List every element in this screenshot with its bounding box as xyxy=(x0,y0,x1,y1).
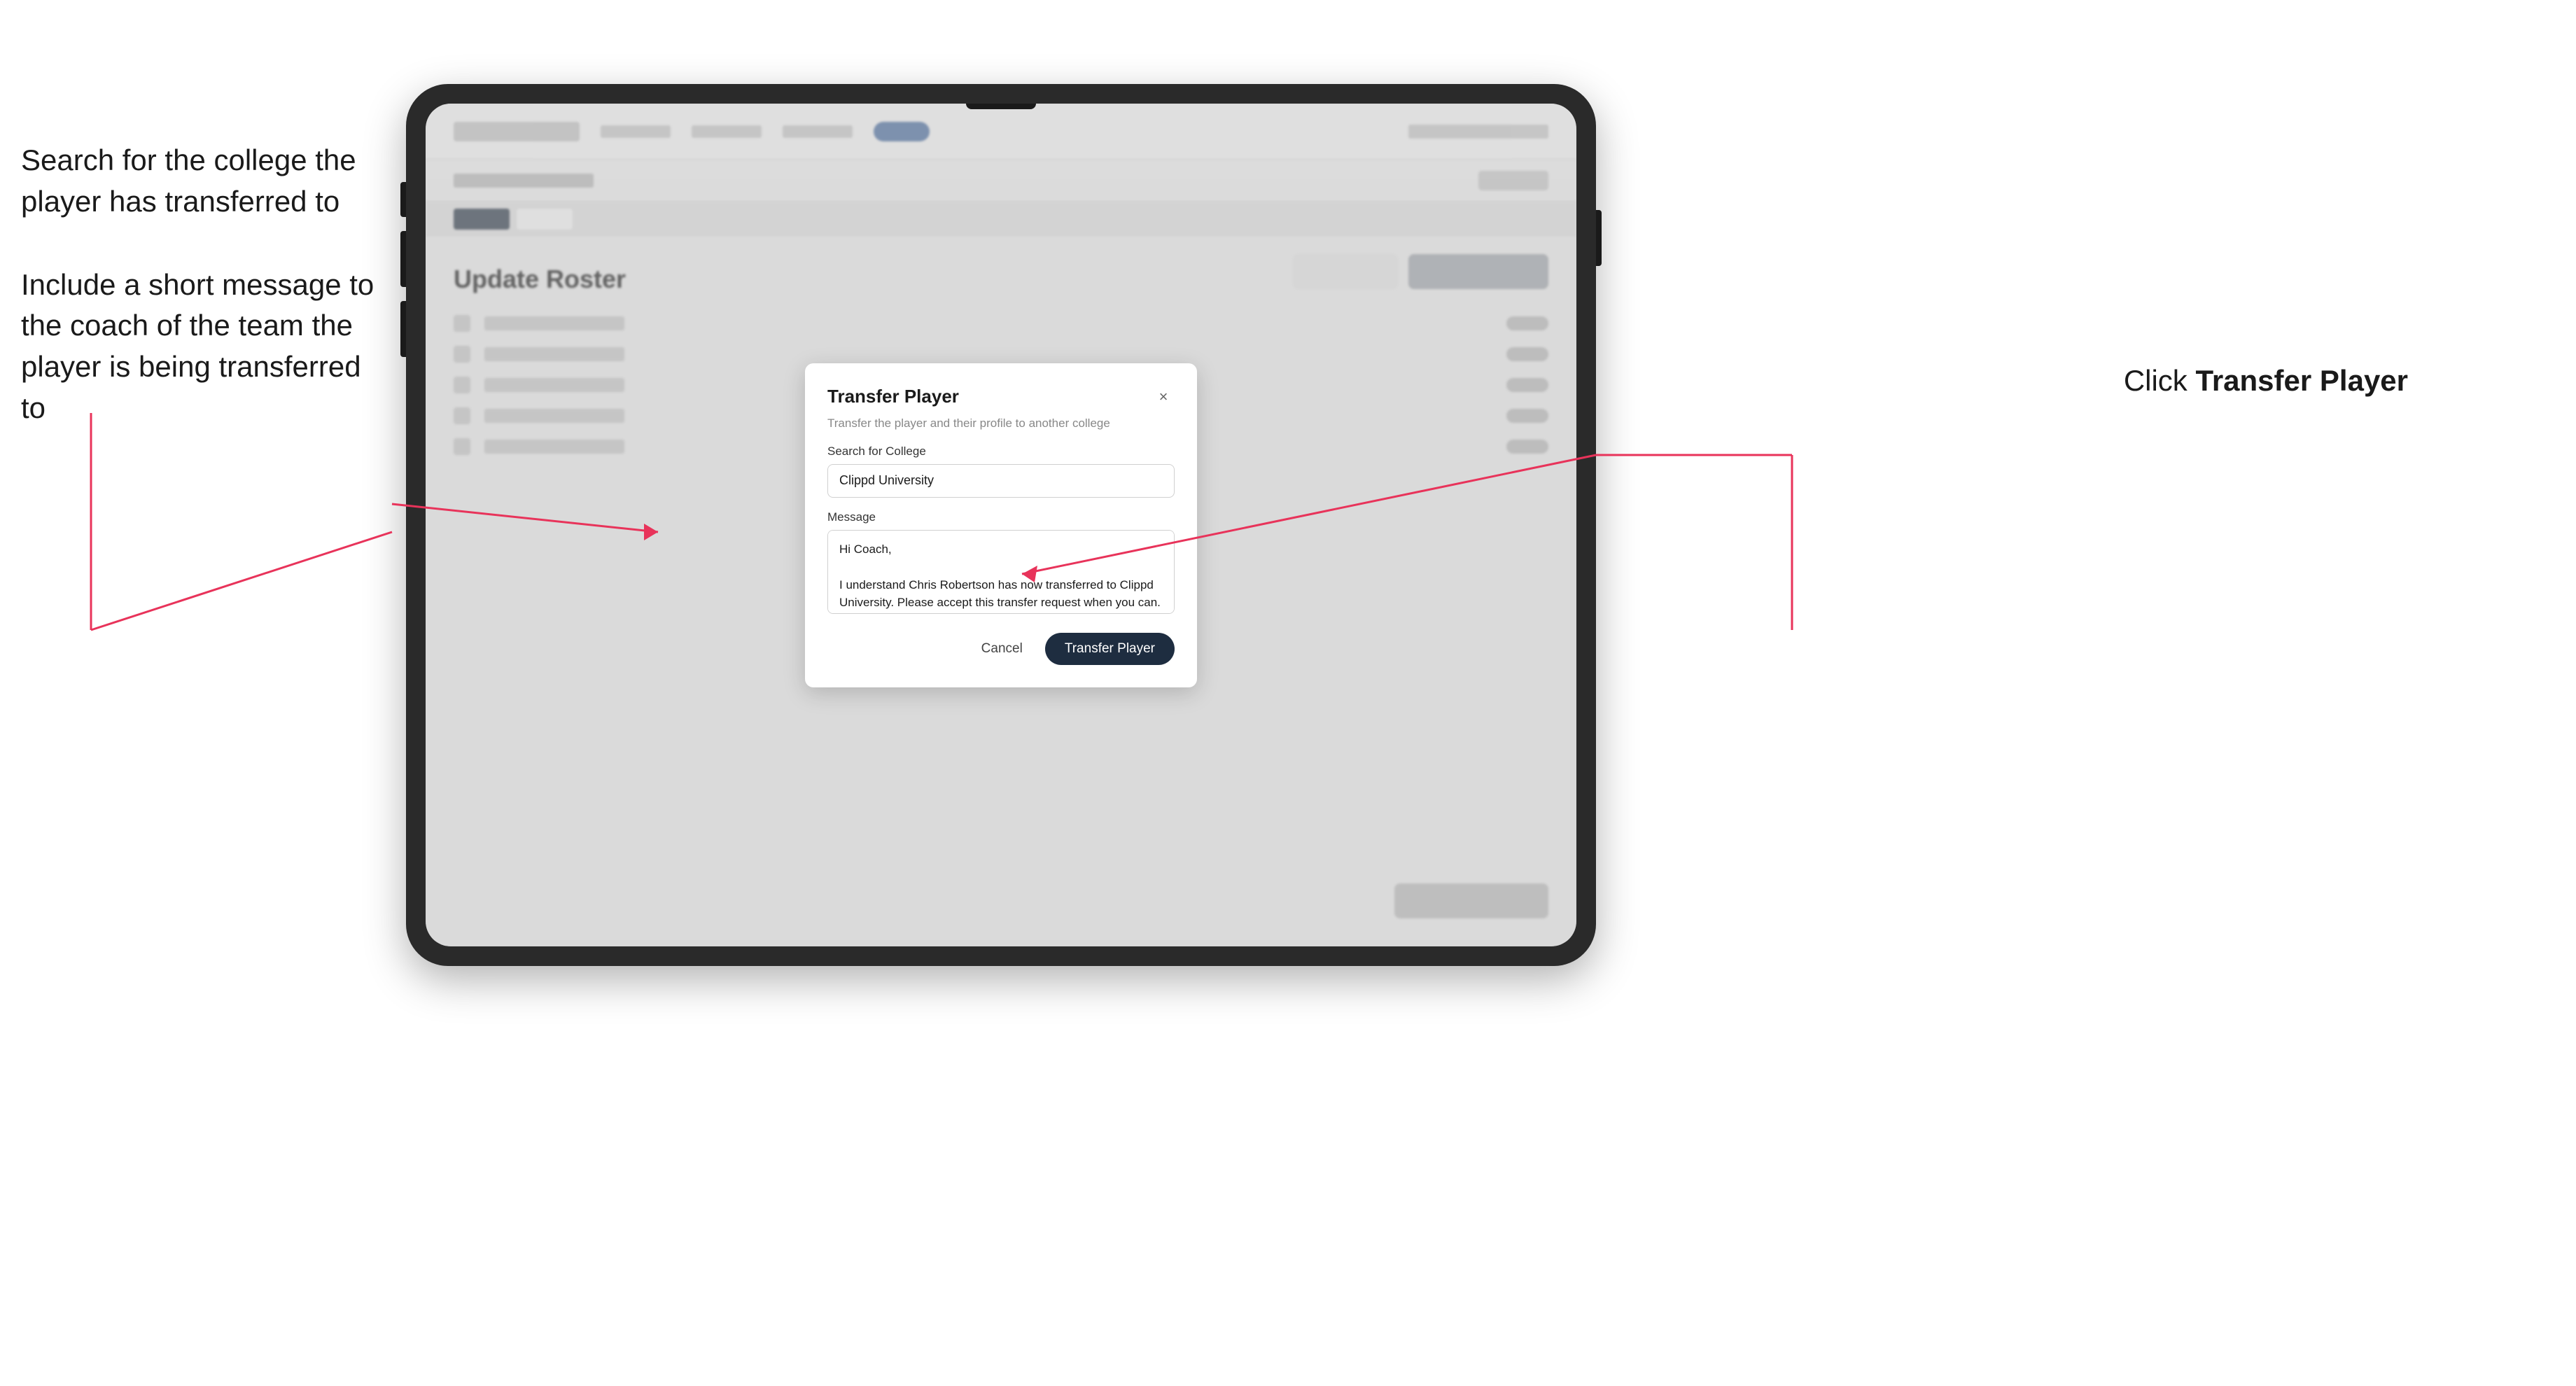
cancel-button[interactable]: Cancel xyxy=(970,634,1034,664)
annotation-left: Search for the college the player has tr… xyxy=(21,140,385,471)
annotation-right: Click Transfer Player xyxy=(2124,364,2408,398)
modal-overlay: Transfer Player × Transfer the player an… xyxy=(426,104,1576,946)
annotation-right-prefix: Click xyxy=(2124,364,2196,397)
modal-subtitle: Transfer the player and their profile to… xyxy=(827,416,1175,430)
modal-header: Transfer Player × xyxy=(827,386,1175,408)
modal-footer: Cancel Transfer Player xyxy=(827,633,1175,665)
college-field-label: Search for College xyxy=(827,444,1175,458)
message-field-label: Message xyxy=(827,510,1175,524)
modal-close-button[interactable]: × xyxy=(1152,386,1175,408)
ipad-frame: Update Roster xyxy=(406,84,1596,966)
transfer-player-button[interactable]: Transfer Player xyxy=(1045,633,1175,665)
ipad-screen: Update Roster xyxy=(426,104,1576,946)
ipad-button-vol-up xyxy=(400,231,406,287)
ipad-camera xyxy=(966,104,1036,109)
annotation-left-text-1: Search for the college the player has tr… xyxy=(21,140,385,223)
ipad-button-mute xyxy=(400,182,406,217)
college-search-input[interactable] xyxy=(827,464,1175,498)
ipad-button-power xyxy=(1596,210,1602,266)
ipad-button-vol-down xyxy=(400,301,406,357)
message-textarea[interactable] xyxy=(827,530,1175,614)
transfer-player-modal: Transfer Player × Transfer the player an… xyxy=(805,363,1197,687)
annotation-left-text-2: Include a short message to the coach of … xyxy=(21,265,385,429)
modal-title: Transfer Player xyxy=(827,386,959,407)
annotation-right-bold: Transfer Player xyxy=(2195,364,2408,397)
